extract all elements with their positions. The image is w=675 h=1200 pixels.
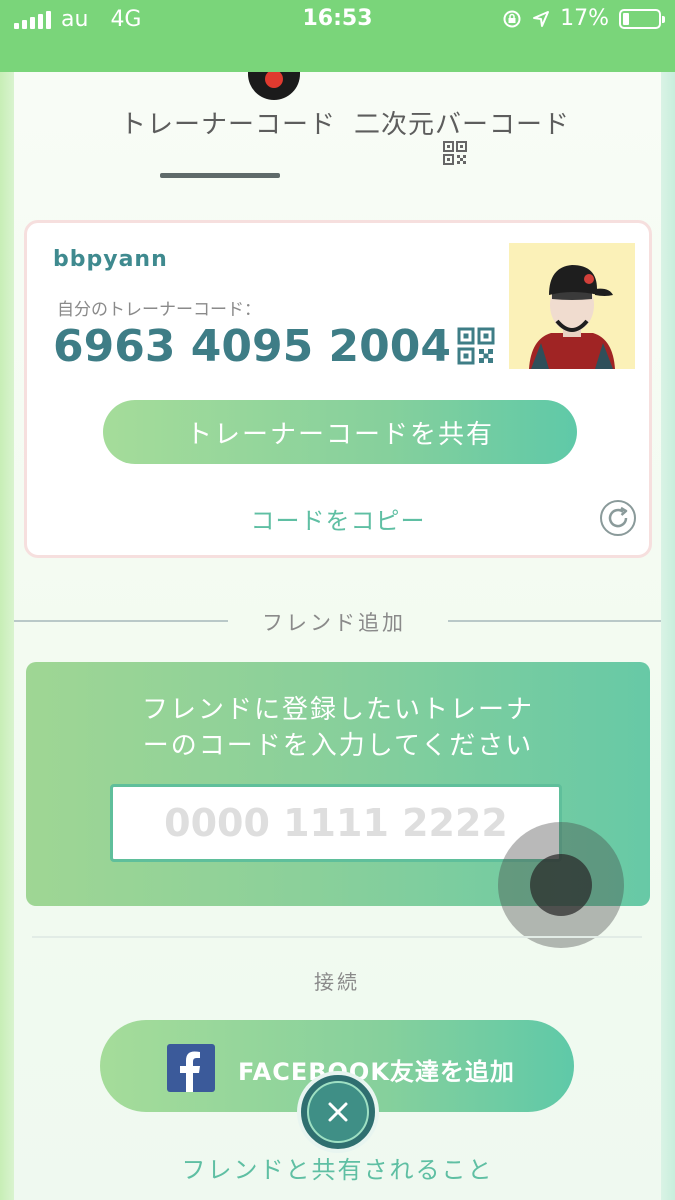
connect-divider — [32, 936, 642, 938]
tab-qr-code[interactable]: 二次元バーコード — [354, 104, 570, 141]
section-divider-right — [448, 620, 661, 622]
trainer-card: bbpyann 自分のトレーナーコード： 6963 4095 2004 トレーナ… — [24, 220, 652, 558]
share-trainer-code-button[interactable]: トレーナーコードを共有 — [103, 400, 577, 464]
facebook-button-label: FACEBOOK友達を追加 — [238, 1058, 515, 1086]
close-button-ring — [307, 1081, 369, 1143]
refresh-icon[interactable] — [599, 499, 637, 537]
trainer-code-value: 6963 4095 2004 — [53, 321, 452, 372]
status-right: 17% — [502, 6, 665, 31]
instruction-line-1: フレンドに登録したいトレーナ — [141, 695, 534, 725]
status-bar: au 4G 16:53 17% — [0, 0, 675, 72]
close-icon — [328, 1102, 348, 1122]
qr-code-icon[interactable] — [457, 327, 495, 365]
trainer-code-label: 自分のトレーナーコード： — [57, 300, 261, 320]
add-friend-instruction: フレンドに登録したいトレーナ ーのコードを入力してください — [66, 692, 610, 764]
facebook-icon — [167, 1044, 215, 1092]
battery-icon — [619, 8, 665, 29]
active-tab-indicator — [160, 173, 280, 178]
close-button[interactable] — [297, 1071, 379, 1153]
add-friend-title: フレンド追加 — [262, 611, 406, 635]
touch-indicator-inner — [530, 854, 592, 916]
connect-title: 接続 — [314, 970, 360, 994]
instruction-line-2: ーのコードを入力してください — [142, 731, 534, 761]
location-icon — [533, 10, 550, 27]
battery-percent: 17% — [560, 6, 609, 31]
battery-level — [623, 12, 629, 25]
copy-code-link[interactable]: コードをコピー — [27, 501, 649, 536]
tab-trainer-code[interactable]: トレーナーコード — [120, 104, 336, 141]
section-divider-left — [14, 620, 228, 622]
shared-with-friends-link[interactable]: フレンドと共有されること — [0, 1150, 675, 1185]
screen-lock-icon — [503, 10, 521, 27]
avatar — [509, 243, 635, 369]
friend-code-input[interactable] — [110, 784, 562, 862]
qr-code-icon[interactable] — [443, 141, 467, 165]
username: bbpyann — [53, 247, 168, 272]
